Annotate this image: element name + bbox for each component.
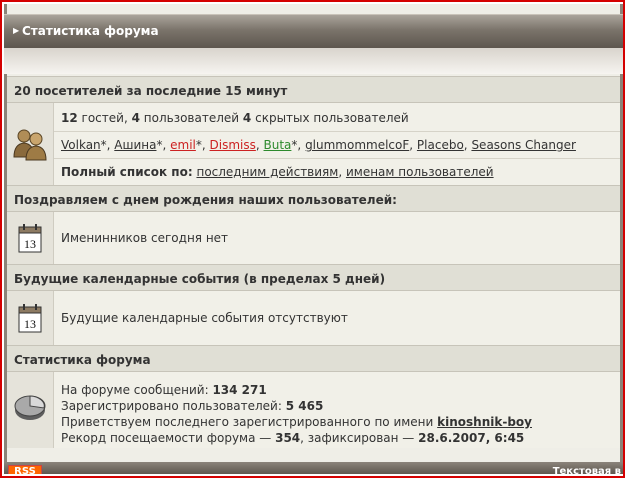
sort-by-name-link[interactable]: именам пользователей	[346, 165, 494, 179]
pie-chart-icon	[14, 395, 46, 420]
newest-member-link[interactable]: kinoshnik-boy	[437, 415, 532, 429]
events-row: 13 Будущие календарные события отсутству…	[7, 291, 620, 345]
calendar-icon: 13	[18, 224, 42, 253]
list-separator: ,	[338, 165, 346, 179]
events-icon-cell: 13	[7, 291, 54, 345]
collapse-arrow-icon[interactable]: ▶	[13, 26, 19, 35]
members-count: 5 465	[285, 399, 324, 413]
online-user-link[interactable]: emil	[170, 138, 196, 152]
posts-line: На форуме сообщений: 134 271	[61, 383, 267, 397]
birthdays-text: Именинников сегодня нет	[61, 231, 229, 245]
hidden-label: скрытых пользователей	[255, 111, 409, 125]
online-user-link[interactable]: Seasons Changer	[471, 138, 576, 152]
calendar-day-number: 13	[24, 237, 36, 251]
birthdays-content: Именинников сегодня нет	[54, 212, 620, 264]
users-count: 4	[131, 111, 140, 125]
record-label: Рекорд посещаемости форума —	[61, 431, 272, 445]
forum-stats-panel: ▶ Статистика форума 20 посетителей за по…	[4, 4, 623, 474]
guests-count: 12	[61, 111, 78, 125]
hidden-count: 4	[242, 111, 252, 125]
birthdays-icon-cell: 13	[7, 212, 54, 264]
stats-row: На форуме сообщений: 134 271 Зарегистрир…	[7, 372, 620, 448]
online-user-link[interactable]: glummommelcoF	[305, 138, 409, 152]
online-user-link[interactable]: Buta	[264, 138, 292, 152]
section-title-bar[interactable]: ▶ Статистика форума	[4, 14, 623, 48]
posts-count: 134 271	[212, 383, 267, 397]
online-user-link[interactable]: Volkan	[61, 138, 101, 152]
birthdays-heading: Поздравляем с днем рождения наших пользо…	[7, 185, 620, 212]
record-line: Рекорд посещаемости форума — 354, зафикс…	[61, 431, 524, 445]
stats-icon-cell	[7, 372, 54, 448]
online-summary: 12 гостей, 4 пользователей 4 скрытых пол…	[61, 111, 409, 125]
divider	[54, 158, 620, 159]
users-icon	[13, 129, 47, 161]
online-user-link[interactable]: Dismiss	[210, 138, 256, 152]
posts-label: На форуме сообщений:	[61, 383, 209, 397]
newest-member-line: Приветствуем последнего зарегистрированн…	[61, 415, 532, 429]
footer-bar	[4, 462, 623, 474]
newest-member-label: Приветствуем последнего зарегистрированн…	[61, 415, 434, 429]
events-text: Будущие календарные события отсутствуют	[61, 311, 348, 325]
calendar-day-number: 13	[24, 317, 36, 331]
online-content: 12 гостей, 4 пользователей 4 скрытых пол…	[54, 103, 620, 185]
section-title: Статистика форума	[22, 24, 159, 38]
user-separator: *,	[291, 138, 306, 152]
events-content: Будущие календарные события отсутствуют	[54, 291, 620, 345]
full-list-line: Полный список по: последним действиям, и…	[61, 165, 494, 179]
online-icon-cell	[7, 103, 54, 185]
subheader-strip	[4, 48, 623, 74]
record-mid-text: , зафиксирован —	[300, 431, 415, 445]
guests-label: гостей,	[81, 111, 128, 125]
calendar-icon: 13	[18, 304, 42, 333]
online-user-link[interactable]: Ашина	[114, 138, 156, 152]
online-user-link[interactable]: Placebo	[417, 138, 464, 152]
user-separator: *,	[156, 138, 171, 152]
members-line: Зарегистрировано пользователей: 5 465	[61, 399, 323, 413]
stats-heading: Статистика форума	[7, 345, 620, 372]
full-list-label: Полный список по:	[61, 165, 193, 179]
user-separator: ,	[255, 138, 264, 152]
record-count: 354	[275, 431, 301, 445]
rss-button[interactable]: RSS	[8, 465, 42, 474]
stats-content: На форуме сообщений: 134 271 Зарегистрир…	[54, 372, 620, 448]
online-row: 12 гостей, 4 пользователей 4 скрытых пол…	[7, 103, 620, 185]
users-label: пользователей	[143, 111, 240, 125]
user-separator: *,	[100, 138, 115, 152]
members-label: Зарегистрировано пользователей:	[61, 399, 282, 413]
text-version-link[interactable]: Текстовая в	[553, 466, 621, 474]
events-heading: Будущие календарные события (в пределах …	[7, 264, 620, 291]
sort-by-action-link[interactable]: последним действиям	[196, 165, 338, 179]
online-heading: 20 посетителей за последние 15 минут	[7, 76, 620, 103]
right-border	[620, 4, 623, 474]
divider	[54, 131, 620, 132]
user-separator: ,	[409, 138, 417, 152]
online-user-list: Volkan*, Ашина*, emil*, Dismiss, Buta*, …	[61, 138, 576, 152]
user-separator: *,	[195, 138, 210, 152]
birthdays-row: 13 Именинников сегодня нет	[7, 212, 620, 264]
record-date: 28.6.2007, 6:45	[418, 431, 525, 445]
